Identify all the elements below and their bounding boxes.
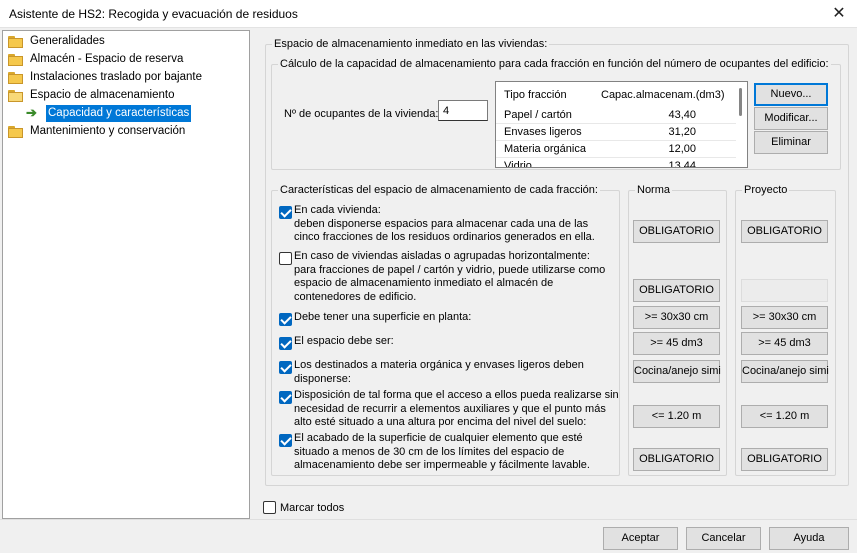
item-text: Disposición de tal forma que el acceso a… xyxy=(294,389,619,430)
nuevo-button[interactable]: Nuevo... xyxy=(754,83,828,106)
item-text-line: El espacio debe ser: xyxy=(294,335,394,347)
item-checkbox[interactable] xyxy=(279,361,292,374)
navigation-tree: Generalidades Almacén - Espacio de reser… xyxy=(2,30,250,519)
table-row[interactable]: Papel / cartón 43,40 xyxy=(496,107,737,124)
norma-value-button[interactable]: OBLIGATORIO xyxy=(633,220,720,243)
table-cell: 31,20 xyxy=(668,126,696,138)
occupants-input[interactable] xyxy=(438,100,488,121)
item-text-line: necesidad de recurrir a elementos auxili… xyxy=(294,402,606,415)
norma-value-button[interactable]: >= 45 dm3 xyxy=(633,332,720,355)
table-header-capacidad: Capac.almacenam.(dm3) xyxy=(601,89,725,101)
table-cell: Vidrio xyxy=(504,160,532,168)
folder-closed-icon xyxy=(8,36,24,48)
capacity-table[interactable]: Tipo fracción Capac.almacenam.(dm3) Pape… xyxy=(495,81,748,168)
item-text: El espacio debe ser: xyxy=(294,335,394,349)
proyecto-value-button[interactable]: OBLIGATORIO xyxy=(741,448,828,471)
title-bar: Asistente de HS2: Recogida y evacuación … xyxy=(0,0,857,28)
calc-group-label: Cálculo de la capacidad de almacenamient… xyxy=(278,58,831,70)
item-text: El acabado de la superficie de cualquier… xyxy=(294,432,590,473)
folder-closed-icon xyxy=(8,54,24,66)
item-checkbox[interactable] xyxy=(279,313,292,326)
tree-item-label: Instalaciones traslado por bajante xyxy=(30,71,202,83)
item-text-line: En caso de viviendas aisladas o agrupada… xyxy=(294,250,590,262)
item-text-line: El acabado de la superficie de cualquier… xyxy=(294,432,583,444)
proyecto-value-button[interactable] xyxy=(741,279,828,302)
item-text-line: En cada vivienda: xyxy=(294,204,381,216)
proyecto-value-button[interactable]: >= 30x30 cm xyxy=(741,306,828,329)
folder-closed-icon xyxy=(8,126,24,138)
item-text-line: Disposición de tal forma que el acceso a… xyxy=(294,389,619,401)
table-cell: Envases ligeros xyxy=(504,126,582,138)
table-cell: 12,00 xyxy=(668,143,696,155)
proyecto-value-button[interactable]: OBLIGATORIO xyxy=(741,220,828,243)
norma-value-button[interactable]: Cocina/anejo simi xyxy=(633,360,721,383)
item-text: Los destinados a materia orgánica y enva… xyxy=(294,359,584,386)
item-text-line: almacenamiento debe ser impermeable y fá… xyxy=(294,459,590,471)
help-button[interactable]: Ayuda xyxy=(769,527,849,550)
item-text-line: cinco fracciones de los residuos ordinar… xyxy=(294,231,595,243)
table-row[interactable]: Vidrio 13,44 xyxy=(496,158,737,168)
table-scrollbar[interactable] xyxy=(736,83,746,166)
cancel-button[interactable]: Cancelar xyxy=(686,527,761,550)
proyecto-value-button[interactable]: >= 45 dm3 xyxy=(741,332,828,355)
mark-all-label[interactable]: Marcar todos xyxy=(280,502,344,514)
item-checkbox[interactable] xyxy=(279,391,292,404)
tree-item-label: Espacio de almacenamiento xyxy=(30,89,175,101)
tree-item-label: Almacén - Espacio de reserva xyxy=(30,53,184,65)
mark-all-checkbox[interactable] xyxy=(263,501,276,514)
window-title: Asistente de HS2: Recogida y evacuación … xyxy=(9,7,298,21)
item-text-line: Debe tener una superficie en planta: xyxy=(294,311,472,323)
table-cell: Materia orgánica xyxy=(504,143,586,155)
item-text-line: disponerse: xyxy=(294,372,351,385)
norma-label: Norma xyxy=(635,184,673,196)
item-checkbox[interactable] xyxy=(279,252,292,265)
item-checkbox[interactable] xyxy=(279,434,292,447)
item-text: En caso de viviendas aisladas o agrupada… xyxy=(294,250,605,304)
tree-item-label: Mantenimiento y conservación xyxy=(30,125,186,137)
arrow-right-icon: ➔ xyxy=(26,105,37,120)
modificar-button[interactable]: Modificar... xyxy=(754,107,828,130)
item-text: Debe tener una superficie en planta: xyxy=(294,311,471,325)
table-header-tipo: Tipo fracción xyxy=(504,89,567,101)
main-panel: Espacio de almacenamiento inmediato en l… xyxy=(251,30,857,519)
accept-button[interactable]: Aceptar xyxy=(603,527,678,550)
item-checkbox[interactable] xyxy=(279,206,292,219)
characteristics-group-label: Características del espacio de almacenam… xyxy=(278,184,600,196)
proyecto-label: Proyecto xyxy=(742,184,790,196)
folder-closed-icon xyxy=(8,72,24,84)
norma-value-button[interactable]: OBLIGATORIO xyxy=(633,279,720,302)
item-text-line: situado a menos de 30 cm de los límites … xyxy=(294,445,565,458)
occupants-label: Nº de ocupantes de la vivienda: xyxy=(284,108,439,120)
close-icon[interactable]: ✕ xyxy=(829,4,849,24)
scrollbar-thumb[interactable] xyxy=(739,88,742,116)
item-text-line: deben disponerse espacios para almacenar… xyxy=(294,217,589,230)
item-checkbox[interactable] xyxy=(279,337,292,350)
table-row[interactable]: Envases ligeros 31,20 xyxy=(496,124,737,141)
table-cell: 43,40 xyxy=(668,109,696,121)
eliminar-button[interactable]: Eliminar xyxy=(754,131,828,154)
item-text-line: para fracciones de papel / cartón y vidr… xyxy=(294,263,606,276)
table-cell: 13,44 xyxy=(668,160,696,168)
dialog-footer: Aceptar Cancelar Ayuda xyxy=(0,519,857,553)
folder-open-icon xyxy=(8,90,24,102)
norma-value-button[interactable]: >= 30x30 cm xyxy=(633,306,720,329)
norma-value-button[interactable]: <= 1.20 m xyxy=(633,405,720,428)
tree-item-label: Capacidad y características xyxy=(46,105,192,122)
table-cell: Papel / cartón xyxy=(504,109,572,121)
tree-item-label: Generalidades xyxy=(30,35,105,47)
table-row[interactable]: Materia orgánica 12,00 xyxy=(496,141,737,158)
item-text-line: alto esté situado a una altura por encim… xyxy=(294,416,587,428)
norma-value-button[interactable]: OBLIGATORIO xyxy=(633,448,720,471)
outer-group-label: Espacio de almacenamiento inmediato en l… xyxy=(272,38,550,50)
item-text: En cada vivienda: deben disponerse espac… xyxy=(294,204,595,245)
proyecto-value-button[interactable]: Cocina/anejo simi xyxy=(741,360,829,383)
proyecto-value-button[interactable]: <= 1.20 m xyxy=(741,405,828,428)
item-text-line: espacio de almacenamiento inmediato el a… xyxy=(294,277,554,289)
item-text-line: contenedores de edificio. xyxy=(294,290,417,303)
item-text-line: Los destinados a materia orgánica y enva… xyxy=(294,359,584,371)
